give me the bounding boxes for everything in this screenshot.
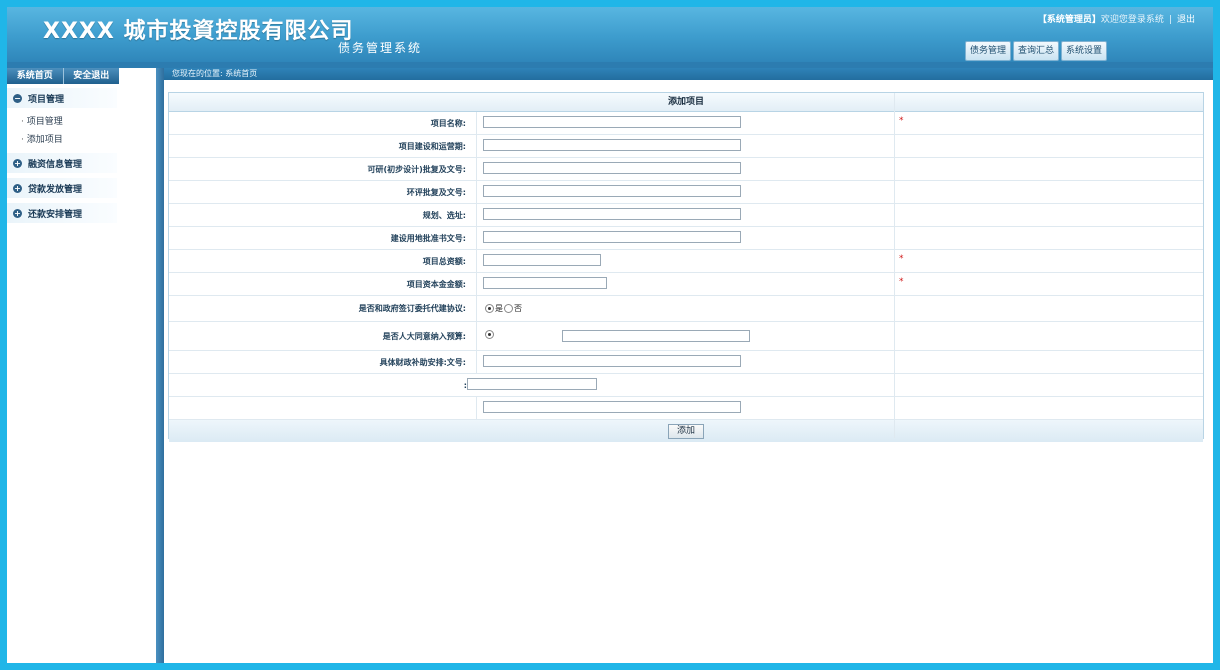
required-mark: * — [899, 116, 904, 126]
radio-no-label: 否 — [514, 304, 522, 313]
company-title: XXXX 城市投資控股有限公司 — [43, 19, 354, 44]
user-role: 【系统管理员】 — [1037, 15, 1101, 25]
menu-head-label: 项目管理 — [28, 94, 65, 105]
capital-amount-input[interactable] — [483, 277, 607, 289]
form-row: 具体财政补助安排:文号: — [169, 351, 1203, 374]
menu-head-label: 贷款发放管理 — [28, 184, 83, 195]
form-title: 添加项目 — [169, 93, 1203, 112]
required-mark: * — [899, 254, 904, 264]
form-row: 规划、选址: — [169, 204, 1203, 227]
breadcrumb-current: 系统首页 — [225, 69, 258, 78]
plus-circle-icon: + — [13, 158, 22, 168]
field-label: 项目建设和运营期: — [169, 135, 477, 157]
form-row: 建设用地批准书文号: — [169, 227, 1203, 250]
field-label: 项目总资额: — [169, 250, 477, 272]
extra-input[interactable] — [467, 378, 597, 390]
app-window: XXXX 城市投資控股有限公司 债务管理系统 【系统管理员】欢迎您登录系统 | 退出… — [7, 7, 1213, 663]
menu-group-loan: + 贷款发放管理 — [7, 178, 156, 198]
add-button[interactable]: 添加 — [667, 423, 704, 439]
system-title: 债务管理系统 — [338, 41, 423, 55]
radio-yes[interactable] — [485, 330, 494, 339]
project-name-input[interactable] — [483, 116, 741, 128]
sidebar-item-add-project[interactable]: 添加项目 — [21, 131, 156, 149]
submenu-project: 项目管理 添加项目 — [7, 113, 156, 149]
menu-head-loan[interactable]: + 贷款发放管理 — [7, 178, 117, 198]
breadcrumb: 您现在的位置: 系统首页 — [164, 68, 1213, 80]
menu-group-repayment: + 还款安排管理 — [7, 203, 156, 223]
form-row — [169, 397, 1203, 420]
field-label: 建设用地批准书文号: — [169, 227, 477, 249]
field-label — [169, 397, 477, 419]
logout-link[interactable]: 退出 — [1177, 15, 1195, 25]
user-bar: 【系统管理员】欢迎您登录系统 | 退出 — [1037, 15, 1195, 25]
tab-system-settings[interactable]: 系统设置 — [1060, 41, 1107, 61]
form-row: : — [169, 374, 1203, 397]
entrust-agreement-radios: 是 否 — [485, 303, 522, 314]
header-banner: XXXX 城市投資控股有限公司 债务管理系统 【系统管理员】欢迎您登录系统 | 退出… — [7, 7, 1213, 62]
radio-yes[interactable] — [485, 304, 494, 313]
tab-debt-management[interactable]: 债务管理 — [964, 41, 1011, 61]
finance-subsidy-input[interactable] — [483, 355, 741, 367]
land-approval-input[interactable] — [483, 231, 741, 243]
required-mark: * — [899, 277, 904, 287]
planning-site-input[interactable] — [483, 208, 741, 220]
main-content: 您现在的位置: 系统首页 添加项目 项目名称: * 项目建设和运营期: 可研(初… — [164, 68, 1213, 663]
tab-query-summary[interactable]: 查询汇总 — [1012, 41, 1059, 61]
form-footer: 添加 — [169, 420, 1203, 442]
form-row: 环评批复及文号: — [169, 181, 1203, 204]
field-label: : — [463, 380, 467, 390]
form-row: 项目建设和运营期: — [169, 135, 1203, 158]
form-row: 是否和政府签订委托代建协议: 是 否 — [169, 296, 1203, 322]
menu-head-project-management[interactable]: − 项目管理 — [7, 88, 117, 108]
menu-head-label: 融资信息管理 — [28, 159, 83, 170]
plus-circle-icon: + — [13, 183, 22, 193]
feasibility-approval-input[interactable] — [483, 162, 741, 174]
construction-period-input[interactable] — [483, 139, 741, 151]
sidebar-item-project-management[interactable]: 项目管理 — [21, 113, 156, 131]
breadcrumb-prefix: 您现在的位置: — [172, 69, 223, 78]
field-label: 规划、选址: — [169, 204, 477, 226]
minus-circle-icon: − — [13, 93, 22, 103]
plus-circle-icon: + — [13, 208, 22, 218]
sidebar-top-bar: 系统首页 安全退出 — [7, 68, 119, 84]
menu-group-financing: + 融资信息管理 — [7, 153, 156, 173]
safe-exit-button[interactable]: 安全退出 — [62, 68, 120, 84]
eia-approval-input[interactable] — [483, 185, 741, 197]
home-button[interactable]: 系统首页 — [7, 68, 63, 84]
menu-head-repayment[interactable]: + 还款安排管理 — [7, 203, 117, 223]
radio-yes-label: 是 — [495, 304, 503, 313]
welcome-text: 欢迎您登录系统 — [1100, 15, 1164, 25]
form-row: 项目总资额: * — [169, 250, 1203, 273]
menu-head-financing[interactable]: + 融资信息管理 — [7, 153, 117, 173]
top-nav: 债务管理 查询汇总 系统设置 — [964, 41, 1107, 61]
field-label: 是否和政府签订委托代建协议: — [169, 296, 477, 321]
form-row: 可研(初步设计)批复及文号: — [169, 158, 1203, 181]
sidebar: 系统首页 安全退出 − 项目管理 项目管理 添加项目 + 融资信息管理 + 贷款… — [7, 68, 156, 663]
budget-approval-radios — [485, 330, 494, 339]
field-label: 环评批复及文号: — [169, 181, 477, 203]
field-label: 项目名称: — [169, 112, 477, 134]
budget-note-input[interactable] — [562, 330, 750, 342]
form-row: 项目名称: * — [169, 112, 1203, 135]
extra-input-2[interactable] — [483, 401, 741, 413]
radio-no[interactable] — [504, 304, 513, 313]
sidebar-divider — [156, 68, 164, 663]
field-label: 可研(初步设计)批复及文号: — [169, 158, 477, 180]
total-investment-input[interactable] — [483, 254, 601, 266]
field-label: 是否人大同意纳入预算: — [169, 322, 477, 350]
add-project-form: 添加项目 项目名称: * 项目建设和运营期: 可研(初步设计)批复及文号: 环评… — [168, 92, 1204, 442]
form-row: 项目资本金金额: * — [169, 273, 1203, 296]
form-row: 是否人大同意纳入预算: — [169, 322, 1203, 351]
field-label: 具体财政补助安排:文号: — [169, 351, 477, 373]
field-label: 项目资本金金额: — [169, 273, 477, 295]
menu-group-project: − 项目管理 项目管理 添加项目 — [7, 88, 156, 149]
menu-head-label: 还款安排管理 — [28, 209, 83, 220]
